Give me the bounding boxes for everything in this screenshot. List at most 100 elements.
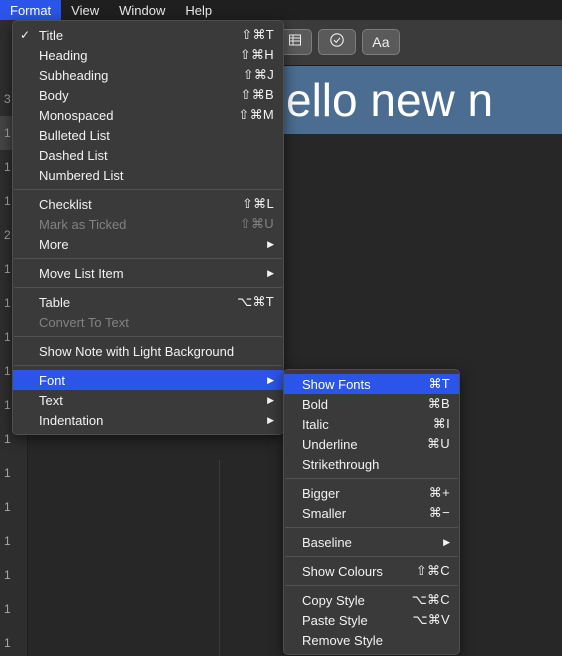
menu-bar: Format View Window Help — [0, 0, 562, 20]
note-title-text: ello new n — [286, 74, 494, 126]
format-menu-item-table[interactable]: Table ⌥⌘T — [13, 292, 283, 312]
format-menu-item-indentation[interactable]: Indentation ▶ — [13, 410, 283, 430]
format-menu-item-bulleted-list[interactable]: Bulleted List — [13, 125, 283, 145]
menu-separator — [14, 258, 282, 259]
font-submenu-item-strikethrough[interactable]: Strikethrough — [284, 454, 459, 474]
menu-item-label: Baseline — [302, 534, 352, 550]
font-submenu-item-baseline[interactable]: Baseline ▶ — [284, 532, 459, 552]
font-submenu-item-bigger[interactable]: Bigger ⌘+ — [284, 483, 459, 503]
menu-item-label: Numbered List — [39, 167, 124, 183]
menu-item-shortcut: ⇧⌘B — [240, 87, 274, 102]
format-menu-item-heading[interactable]: Heading ⇧⌘H — [13, 45, 283, 65]
notes-app-window: Aa ello new n 311121111111111111 FormatV… — [0, 0, 562, 656]
menu-separator — [285, 527, 458, 528]
format-menu-item-mark-as-ticked: Mark as Ticked ⇧⌘U — [13, 214, 283, 234]
menu-item-label: Bulleted List — [39, 127, 110, 143]
font-submenu-item-copy-style[interactable]: Copy Style ⌥⌘C — [284, 590, 459, 610]
notes-list-item[interactable]: 1 — [0, 626, 28, 656]
menu-separator — [14, 189, 282, 190]
menu-item-shortcut: ⌥⌘C — [411, 592, 450, 607]
font-submenu[interactable]: Show Fonts ⌘T Bold ⌘B Italic ⌘I Underline ⌘U Str… — [283, 369, 460, 655]
notes-list-item[interactable]: 1 — [0, 558, 28, 592]
menu-item-label: Show Note with Light Background — [39, 343, 235, 359]
format-menu-item-text[interactable]: Text ▶ — [13, 390, 283, 410]
font-submenu-item-paste-style[interactable]: Paste Style ⌥⌘V — [284, 610, 459, 630]
submenu-arrow-icon: ▶ — [267, 238, 274, 249]
menu-separator — [285, 556, 458, 557]
menubar-item-view[interactable]: View — [61, 0, 109, 20]
checklist-button[interactable] — [318, 29, 356, 55]
menu-item-shortcut: ⌘I — [432, 416, 450, 431]
format-menu-item-title[interactable]: ✓ Title ⇧⌘T — [13, 25, 283, 45]
font-submenu-item-show-colours[interactable]: Show Colours ⇧⌘C — [284, 561, 459, 581]
menu-item-shortcut: ⇧⌘L — [241, 196, 274, 211]
menu-item-label: Heading — [39, 47, 88, 63]
checkmark-icon: ✓ — [19, 28, 31, 42]
menu-item-shortcut: ⇧⌘C — [415, 563, 450, 578]
menu-item-shortcut: ⌥⌘V — [412, 612, 450, 627]
menu-item-label: Convert To Text — [39, 314, 129, 330]
format-menu-item-checklist[interactable]: Checklist ⇧⌘L — [13, 194, 283, 214]
format-menu-item-body[interactable]: Body ⇧⌘B — [13, 85, 283, 105]
notes-list-item[interactable]: 1 — [0, 524, 28, 558]
font-submenu-item-underline[interactable]: Underline ⌘U — [284, 434, 459, 454]
menu-item-label: Move List Item — [39, 265, 124, 281]
format-menu-item-more[interactable]: More ▶ — [13, 234, 283, 254]
menu-item-shortcut: ⌘+ — [428, 485, 450, 500]
menu-item-shortcut: ⇧⌘H — [239, 47, 274, 62]
menu-item-label: Strikethrough — [302, 456, 380, 472]
format-button[interactable]: Aa — [362, 29, 400, 55]
menu-item-label: Remove Style — [302, 632, 383, 648]
menu-item-label: Show Fonts — [302, 376, 371, 392]
menubar-item-format[interactable]: Format — [0, 0, 62, 20]
menu-item-shortcut: ⌘− — [428, 505, 450, 520]
format-menu-item-show-note-with-light-background[interactable]: Show Note with Light Background — [13, 341, 283, 361]
menu-item-label: Font — [39, 372, 66, 388]
table-icon — [288, 33, 302, 52]
notes-list-item[interactable]: 1 — [0, 490, 28, 524]
menu-item-label: Italic — [302, 416, 329, 432]
menu-item-label: Bold — [302, 396, 329, 412]
menu-item-label: Mark as Ticked — [39, 216, 127, 232]
menu-separator — [14, 365, 282, 366]
menu-item-shortcut: ⌥⌘T — [237, 294, 274, 309]
format-menu-item-convert-to-text: Convert To Text — [13, 312, 283, 332]
submenu-arrow-icon: ▶ — [267, 374, 274, 385]
format-dropdown-menu[interactable]: ✓ Title ⇧⌘T Heading ⇧⌘H Subheading ⇧⌘J Body ⇧⌘B M… — [12, 20, 284, 435]
menu-item-shortcut: ⇧⌘U — [239, 216, 274, 231]
font-submenu-item-show-fonts[interactable]: Show Fonts ⌘T — [284, 374, 459, 394]
format-menu-item-font[interactable]: Font ▶ — [13, 370, 283, 390]
menu-item-label: Smaller — [302, 505, 347, 521]
menubar-item-window[interactable]: Window — [109, 0, 175, 20]
format-menu-item-dashed-list[interactable]: Dashed List — [13, 145, 283, 165]
font-submenu-item-bold[interactable]: Bold ⌘B — [284, 394, 459, 414]
notes-list-item[interactable]: 1 — [0, 592, 28, 626]
notes-list-item[interactable]: 1 — [0, 456, 28, 490]
menu-separator — [14, 336, 282, 337]
format-button-label: Aa — [372, 34, 390, 50]
format-menu-item-monospaced[interactable]: Monospaced ⇧⌘M — [13, 105, 283, 125]
format-menu-item-subheading[interactable]: Subheading ⇧⌘J — [13, 65, 283, 85]
menu-item-label: Text — [39, 392, 63, 408]
menubar-item-help[interactable]: Help — [175, 0, 222, 20]
menu-item-label: Dashed List — [39, 147, 108, 163]
format-menu-item-move-list-item[interactable]: Move List Item ▶ — [13, 263, 283, 283]
submenu-arrow-icon: ▶ — [267, 394, 274, 405]
font-submenu-item-italic[interactable]: Italic ⌘I — [284, 414, 459, 434]
submenu-arrow-icon: ▶ — [267, 414, 274, 425]
font-submenu-item-smaller[interactable]: Smaller ⌘− — [284, 503, 459, 523]
font-submenu-item-remove-style[interactable]: Remove Style — [284, 630, 459, 650]
submenu-arrow-icon: ▶ — [443, 536, 450, 547]
format-menu-item-numbered-list[interactable]: Numbered List — [13, 165, 283, 185]
menu-item-label: Paste Style — [302, 612, 368, 628]
menu-item-label: Show Colours — [302, 563, 383, 579]
menu-item-label: More — [39, 236, 69, 252]
menu-separator — [14, 287, 282, 288]
submenu-arrow-icon: ▶ — [267, 267, 274, 278]
menu-item-label: Underline — [302, 436, 358, 452]
note-divider — [219, 460, 220, 656]
menu-item-label: Copy Style — [302, 592, 365, 608]
menu-item-label: Checklist — [39, 196, 92, 212]
menu-item-label: Monospaced — [39, 107, 114, 123]
menu-item-label: Body — [39, 87, 69, 103]
